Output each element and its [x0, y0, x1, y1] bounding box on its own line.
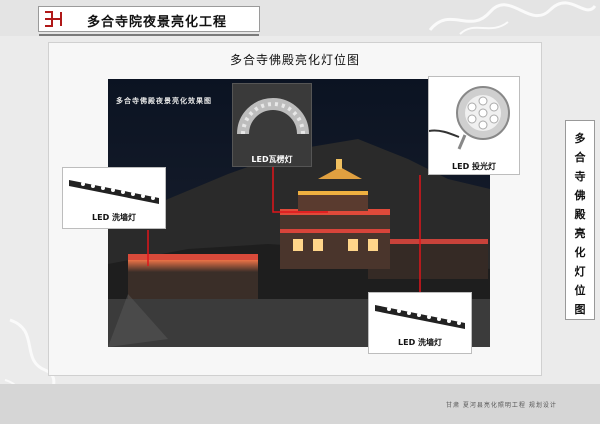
callout-wash-right: LED 洗墙灯 — [368, 292, 472, 354]
tile-light-label: LED瓦楞灯 — [251, 155, 293, 164]
callout-projector: LED 投光灯 — [428, 76, 520, 175]
tile-light-icon — [237, 98, 309, 135]
side-char: 佛 — [574, 189, 586, 202]
callout-wash-left: LED 洗墙灯 — [62, 167, 166, 229]
projector-label: LED 投光灯 — [452, 162, 496, 171]
swastika-logo-icon — [45, 11, 62, 27]
callout-tile-light: LED瓦楞灯 — [232, 83, 312, 167]
wall-washer-left-icon — [69, 180, 159, 204]
panel-title: 多合寺佛殿亮化灯位图 — [229, 53, 360, 67]
side-char: 图 — [574, 303, 586, 316]
side-title-band: 多 合 寺 佛 殿 亮 化 灯 位 图 — [565, 120, 595, 320]
wash-left-label: LED 洗墙灯 — [92, 213, 136, 222]
side-char: 灯 — [574, 265, 586, 278]
side-char: 多 — [574, 132, 586, 145]
side-char: 亮 — [574, 227, 586, 240]
side-char: 寺 — [574, 170, 586, 183]
decorative-swirl-top-icon — [428, 1, 597, 35]
wall-washer-right-icon — [375, 305, 465, 329]
photo-caption: 多合寺佛殿夜景亮化效果图 — [116, 97, 212, 105]
footer-text: 甘肃 夏河县亮化照明工程 规划设计 — [446, 402, 557, 409]
header-title: 多合寺院夜景亮化工程 — [87, 15, 228, 30]
projector-light-icon — [429, 86, 510, 150]
side-char: 位 — [574, 284, 586, 297]
wash-right-label: LED 洗墙灯 — [398, 338, 442, 347]
side-title: 多 合 寺 佛 殿 亮 化 灯 位 图 — [566, 129, 594, 319]
header-title-box: 多合寺院夜景亮化工程 — [38, 6, 260, 36]
side-char: 殿 — [574, 208, 586, 221]
side-char: 合 — [574, 151, 586, 164]
side-char: 化 — [574, 246, 586, 259]
